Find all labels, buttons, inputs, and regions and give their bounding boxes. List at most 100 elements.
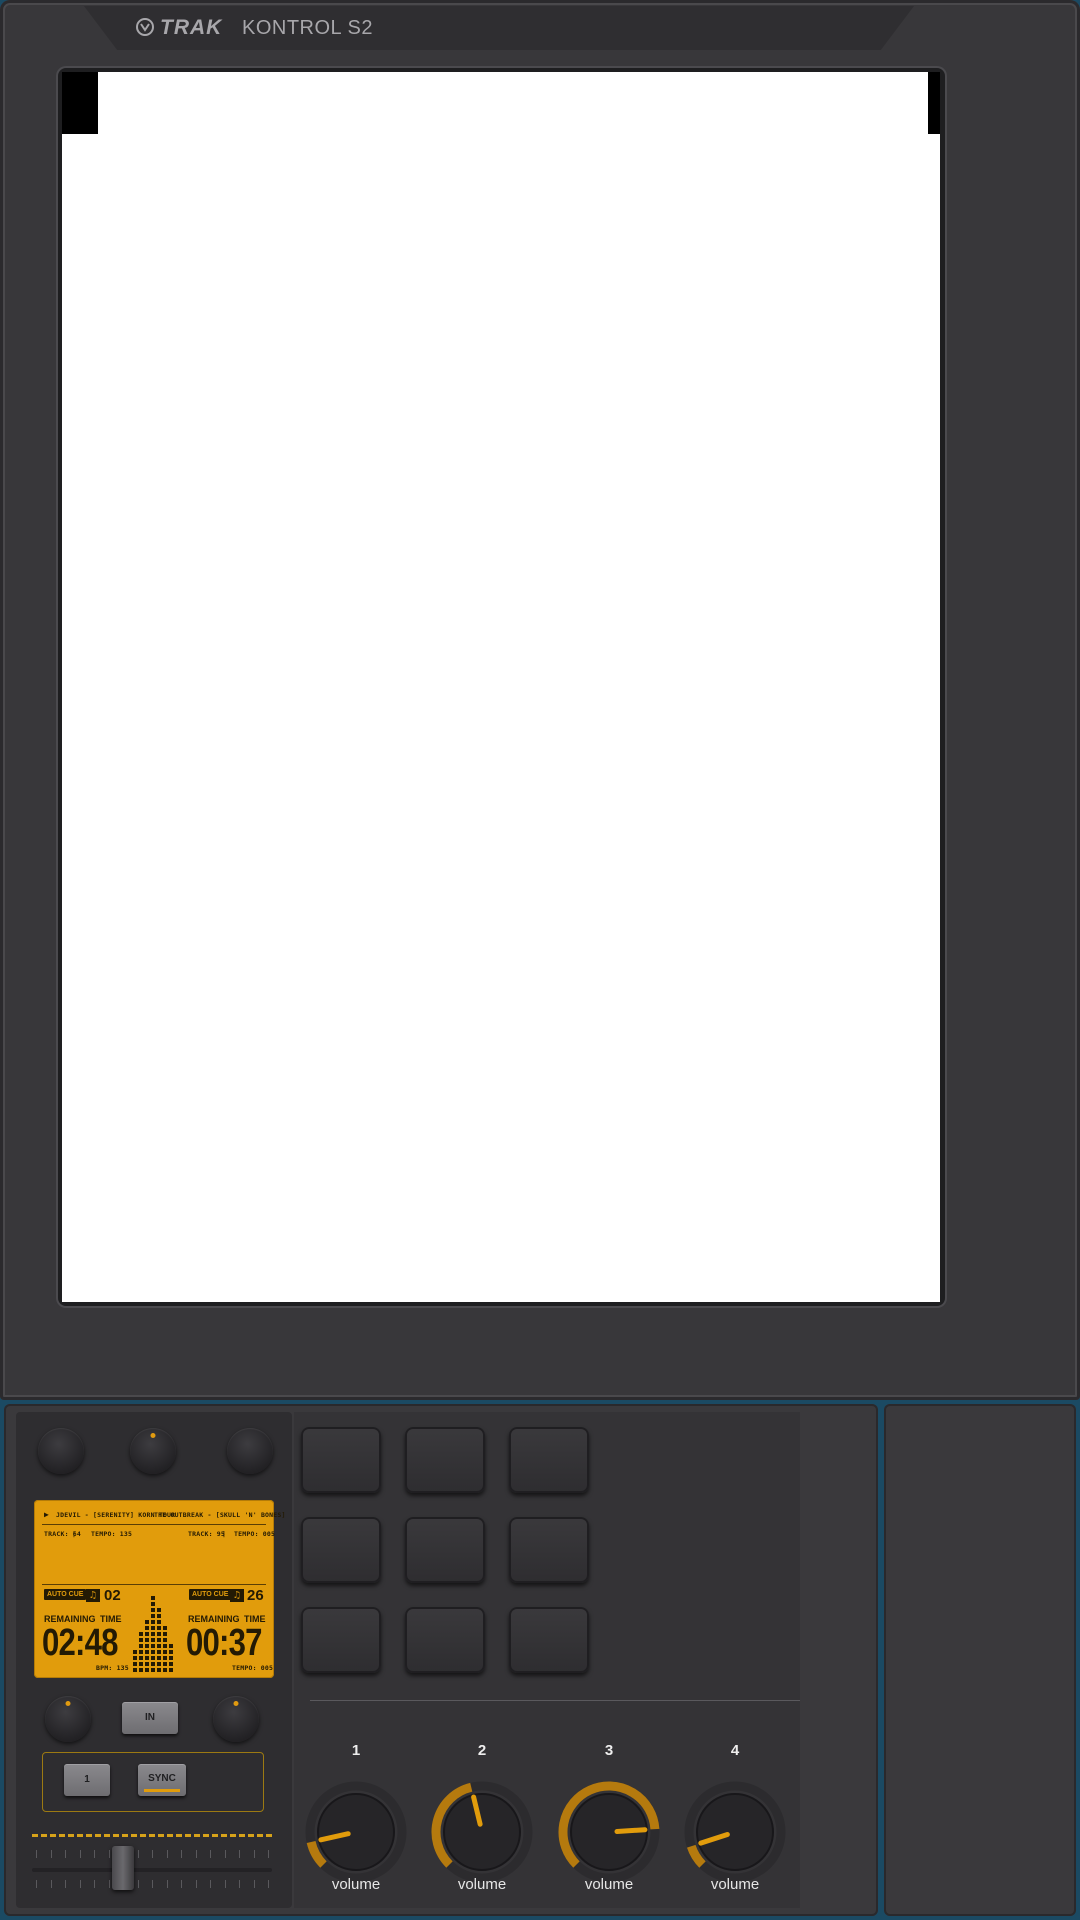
crossfader-tick [94,1850,95,1858]
pad-3[interactable] [509,1427,589,1493]
meter-segment [163,1656,167,1660]
crossfader-tick [253,1880,255,1888]
section-divider [310,1700,800,1701]
meter-segment [151,1608,155,1612]
knob-indicator [65,1701,71,1706]
volume-knob-3[interactable] [557,1780,661,1884]
deck-1-button[interactable]: 1 [64,1764,110,1796]
cue-number-right: 26 [247,1587,264,1604]
crossfader-scale [32,1834,272,1837]
meter-segment [139,1632,143,1636]
crossfader-tick [108,1850,110,1858]
meter-segment [139,1650,143,1654]
crossfader-tick [166,1850,168,1858]
deck-knob-right[interactable] [227,1428,273,1474]
volume-label-2: volume [457,1876,507,1893]
volume-knob-2[interactable] [430,1780,534,1884]
cue-number-left: 02 [104,1587,121,1604]
pad-4[interactable] [301,1517,381,1583]
meter-segment [163,1650,167,1654]
right-tempo-info: TEMPO: 005 [234,1530,276,1538]
pad-7[interactable] [301,1607,381,1673]
deck-knob-left[interactable] [38,1428,84,1474]
pad-1[interactable] [301,1427,381,1493]
meter-segment [151,1596,155,1600]
info-separator: | [222,1530,227,1538]
crossfader-tick [50,1880,52,1888]
meter-segment [133,1668,137,1672]
crossfader-tick [152,1850,153,1858]
sync-indicator [144,1789,180,1792]
meter-segment [163,1668,167,1672]
meter-segment [139,1662,143,1666]
crossfader-tick [239,1850,240,1858]
crossfader-tick [108,1880,110,1888]
meter-segment [157,1650,161,1654]
meter-segment [151,1638,155,1642]
meter-segment [145,1638,149,1642]
crossfader-tick [94,1880,95,1888]
crossfader-tick [268,1850,269,1858]
volume-pointer [614,1827,648,1834]
meter-segment [151,1668,155,1672]
meter-segment [151,1662,155,1666]
crossfader-tick [268,1880,269,1888]
crossfader-handle[interactable] [112,1846,134,1890]
volume-knob-4[interactable] [683,1780,787,1884]
bpm-left: BPM: 135 [96,1664,129,1672]
lcd-divider [42,1524,266,1525]
meter-segment [133,1650,137,1654]
right-track-info: TRACK: 95 [188,1530,226,1538]
meter-segment [169,1644,173,1648]
crossfader-tick [79,1880,81,1888]
auto-cue-badge-right: AUTO CUE [189,1589,232,1600]
pad-2[interactable] [405,1427,485,1493]
crossfader-tick [195,1880,197,1888]
crossfader-tick [36,1850,37,1858]
sync-label: SYNC [148,1773,176,1784]
deck-knob-center[interactable] [130,1428,176,1474]
info-separator: | [72,1530,77,1538]
crossfader-tick [181,1880,182,1888]
meter-segment [163,1638,167,1642]
meter-segment [145,1650,149,1654]
main-screen[interactable] [62,72,940,1302]
channel-number-2: 2 [477,1742,487,1759]
meter-segment [145,1620,149,1624]
meter-segment [157,1632,161,1636]
gain-knob-right[interactable] [213,1696,259,1742]
meter-segment [151,1650,155,1654]
pad-8[interactable] [405,1607,485,1673]
channel-number-3: 3 [604,1742,614,1759]
meter-segment [169,1656,173,1660]
meter-segment [169,1668,173,1672]
pad-9[interactable] [509,1607,589,1673]
note-icon: ♫ [230,1589,244,1602]
gain-knob-left[interactable] [45,1696,91,1742]
meter-segment [151,1644,155,1648]
meter-segment [145,1644,149,1648]
in-button[interactable]: IN [122,1702,178,1734]
meter-segment [139,1656,143,1660]
meter-segment [157,1656,161,1660]
meter-segment [151,1614,155,1618]
volume-label-3: volume [584,1876,634,1893]
meter-segment [151,1602,155,1606]
knob-indicator [150,1433,156,1438]
crossfader-tick [50,1850,52,1858]
crossfader-tick [137,1880,139,1888]
crossfader-tick [253,1850,255,1858]
meter-segment [163,1626,167,1630]
lcd-divider [42,1584,266,1585]
auto-cue-badge-left: AUTO CUE [44,1589,87,1600]
meter-segment [157,1668,161,1672]
meter-segment [157,1614,161,1618]
meter-segment [151,1620,155,1624]
sync-button[interactable]: SYNC [138,1764,186,1796]
crossfader-tick [65,1850,66,1858]
pad-5[interactable] [405,1517,485,1583]
meter-segment [151,1656,155,1660]
crossfader-tick [224,1850,226,1858]
pad-6[interactable] [509,1517,589,1583]
volume-knob-1[interactable] [304,1780,408,1884]
